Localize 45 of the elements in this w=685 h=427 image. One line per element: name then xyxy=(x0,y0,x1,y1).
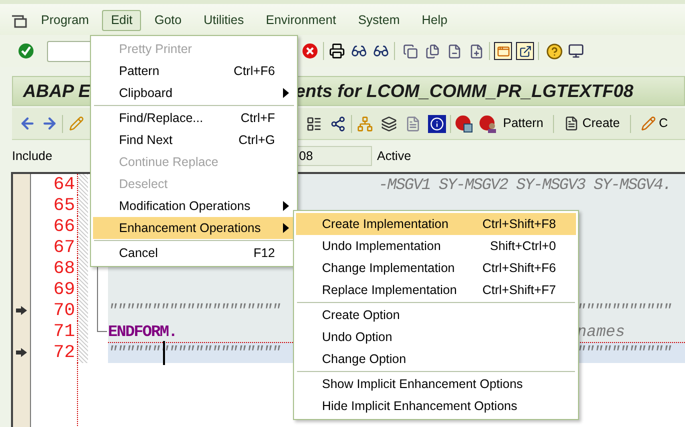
code-text: """""""""""""""""""" xyxy=(108,300,280,322)
menu-tab[interactable]: Environment xyxy=(256,10,346,31)
toolbar-button[interactable]: Create xyxy=(558,112,626,134)
menu-tab[interactable]: Program xyxy=(32,10,98,31)
menu-item[interactable]: Change Option xyxy=(296,348,576,370)
line-number: 67 xyxy=(53,238,75,256)
line-number: 66 xyxy=(53,218,75,236)
code-text: """""""""""""""""""" xyxy=(108,341,280,365)
menu-item[interactable]: Show Implicit Enhancement Options xyxy=(296,373,576,395)
menu-item[interactable]: Replace Implementation Ctrl+Shift+F7 xyxy=(296,279,576,301)
menu-item[interactable]: Find Next Ctrl+G xyxy=(93,129,295,151)
line-number: 68 xyxy=(53,260,75,278)
code-text: ENDFORM. xyxy=(108,322,177,342)
code-text: """"""""""" xyxy=(576,300,671,322)
menu-tab[interactable]: Goto xyxy=(145,10,191,31)
status-text: Active xyxy=(377,148,412,165)
include-label: Include xyxy=(12,148,52,165)
menu-item[interactable]: Change Implementation Ctrl+Shift+F6 xyxy=(296,257,576,279)
menu-item[interactable]: Modification Operations xyxy=(93,195,295,217)
menu-item[interactable]: Create Option xyxy=(296,304,576,326)
menu-tab[interactable]: Edit xyxy=(102,10,142,31)
menu-item[interactable]: Enhancement Operations xyxy=(93,217,295,239)
menu-item[interactable]: Pattern Ctrl+F6 xyxy=(93,60,295,82)
code-text: """"""""""" xyxy=(576,343,671,364)
line-number: 65 xyxy=(53,196,75,214)
menu-item[interactable]: Undo Option xyxy=(296,326,576,348)
menu-item[interactable]: Undo Implementation Shift+Ctrl+0 xyxy=(296,235,576,257)
line-number: 70 xyxy=(53,302,75,320)
window-title: ABAP E xyxy=(23,80,90,102)
line-number: 64 xyxy=(53,176,75,194)
menu-tab[interactable]: Utilities xyxy=(194,10,253,31)
menu-item[interactable]: Create Implementation Ctrl+Shift+F8 xyxy=(296,213,576,235)
menu-item[interactable]: Cancel F12 xyxy=(93,242,295,264)
toolbar-button[interactable]: Pattern xyxy=(497,112,550,134)
menu-tab[interactable]: Help xyxy=(412,10,456,31)
line-number: 71 xyxy=(53,322,75,340)
toolbar-button[interactable]: C xyxy=(634,112,674,134)
menu-item[interactable]: Hide Implicit Enhancement Options xyxy=(296,395,576,417)
menu-item[interactable]: Find/Replace... Ctrl+F xyxy=(93,107,295,129)
code-text: names xyxy=(576,322,626,342)
menu-tab[interactable]: System xyxy=(349,10,409,31)
line-number: 72 xyxy=(53,344,75,362)
line-number: 69 xyxy=(53,280,75,298)
menu-item[interactable]: Clipboard xyxy=(93,82,295,104)
code-text: -MSGV1 SY-MSGV2 SY-MSGV3 SY-MSGV4. xyxy=(378,174,671,196)
